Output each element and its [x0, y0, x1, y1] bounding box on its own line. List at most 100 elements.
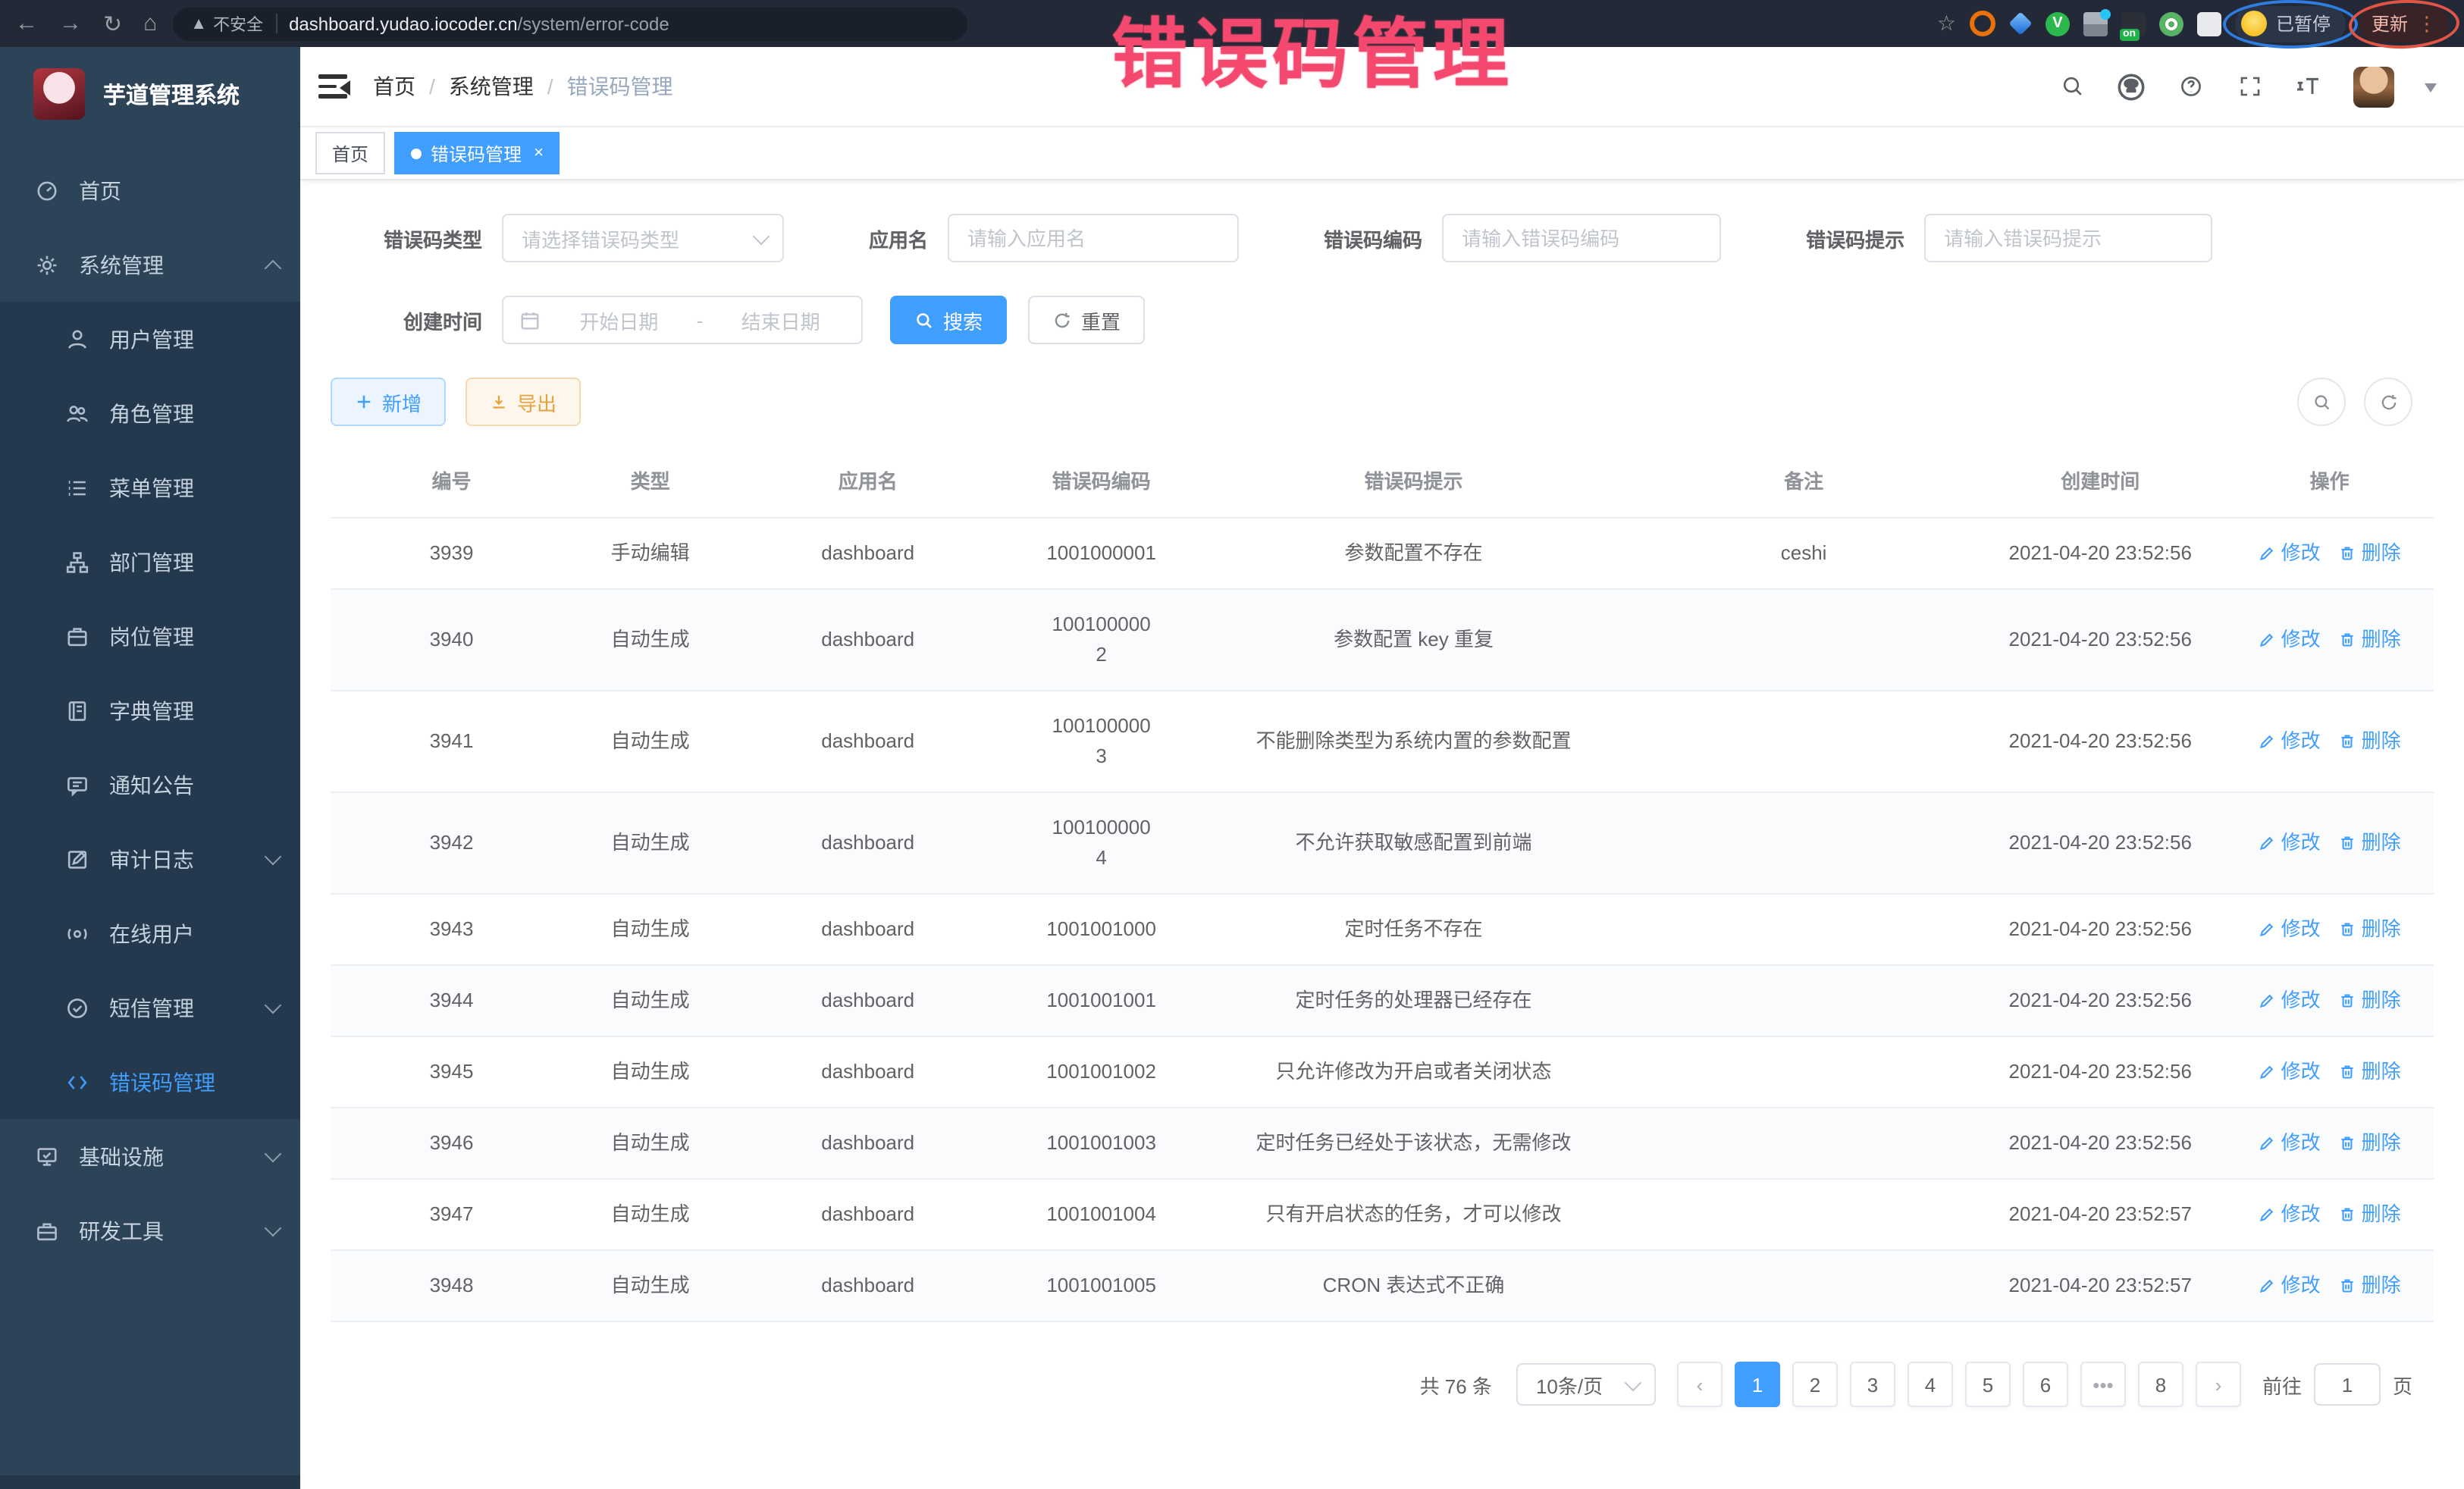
- page-size-select[interactable]: 10条/页: [1516, 1363, 1656, 1406]
- cell-编号: 3941: [331, 707, 572, 776]
- edit-link[interactable]: 修改: [2259, 1271, 2321, 1301]
- forward-icon[interactable]: →: [59, 11, 82, 36]
- table-row: 3943自动生成dashboard1001001000定时任务不存在2021-0…: [331, 893, 2434, 964]
- sidebar-item-通知公告[interactable]: 通知公告: [0, 748, 300, 822]
- green-key-extension-icon[interactable]: [2159, 11, 2183, 36]
- delete-link[interactable]: 删除: [2339, 914, 2401, 945]
- grid-extension-icon[interactable]: [2083, 11, 2108, 36]
- browser-update-button[interactable]: 更新 ⋮: [2359, 5, 2449, 42]
- sidebar-item-在线用户[interactable]: 在线用户: [0, 896, 300, 970]
- edit-link[interactable]: 修改: [2259, 828, 2321, 858]
- sidebar-item-首页[interactable]: 首页: [0, 153, 300, 227]
- page-button-2[interactable]: 2: [1792, 1362, 1838, 1407]
- prev-page-button[interactable]: ‹: [1677, 1362, 1723, 1407]
- edit-link-label: 修改: [2281, 914, 2321, 945]
- sidebar-item-用户管理[interactable]: 用户管理: [0, 302, 300, 376]
- sidebar-item-短信管理[interactable]: 短信管理: [0, 970, 300, 1045]
- delete-link[interactable]: 删除: [2339, 828, 2401, 858]
- github-icon[interactable]: [2117, 72, 2146, 101]
- error-code-input-box: [1442, 214, 1721, 262]
- sidebar-item-字典管理[interactable]: 字典管理: [0, 673, 300, 748]
- page-button-8[interactable]: 8: [2138, 1362, 2183, 1407]
- delete-link[interactable]: 删除: [2339, 1057, 2401, 1087]
- sidebar-item-错误码管理[interactable]: 错误码管理: [0, 1045, 300, 1119]
- page-button-4[interactable]: 4: [1908, 1362, 1953, 1407]
- sidebar-item-审计日志[interactable]: 审计日志: [0, 822, 300, 896]
- error-code-input[interactable]: [1444, 227, 1719, 249]
- error-type-select[interactable]: 请选择错误码类型: [502, 214, 784, 262]
- export-button[interactable]: 导出: [466, 378, 581, 426]
- edit-link[interactable]: 修改: [2259, 1128, 2321, 1158]
- edit-link[interactable]: 修改: [2259, 726, 2321, 757]
- sidebar-item-部门管理[interactable]: 部门管理: [0, 525, 300, 599]
- browser-menu-icon[interactable]: ⋮: [2417, 11, 2437, 36]
- avatar-caret-down-icon[interactable]: [2425, 83, 2437, 98]
- error-code-table: 编号类型应用名错误码编码错误码提示备注创建时间操作3939手动编辑dashboa…: [331, 447, 2434, 1322]
- app-name-input[interactable]: [949, 227, 1237, 249]
- breadcrumb-item[interactable]: 首页: [373, 71, 415, 102]
- table-row: 3942自动生成dashboard100100000 4不允许获取敏感配置到前端…: [331, 792, 2434, 893]
- more-pages-button[interactable]: •••: [2080, 1362, 2126, 1407]
- sidebar-item-菜单管理[interactable]: 菜单管理: [0, 450, 300, 525]
- browser-profile-chip[interactable]: 已暂停: [2235, 5, 2346, 42]
- update-chip-wrap: 更新 ⋮: [2359, 5, 2449, 42]
- back-icon[interactable]: ←: [15, 11, 38, 36]
- delete-link[interactable]: 删除: [2339, 726, 2401, 757]
- next-page-button[interactable]: ›: [2196, 1362, 2241, 1407]
- delete-link[interactable]: 删除: [2339, 1199, 2401, 1230]
- fullscreen-icon[interactable]: [2235, 72, 2264, 101]
- bookmark-star-icon[interactable]: ☆: [1937, 11, 1956, 36]
- search-icon[interactable]: [2058, 72, 2086, 101]
- orange-ring-extension-icon[interactable]: [1970, 11, 1995, 36]
- edit-link[interactable]: 修改: [2259, 538, 2321, 569]
- reload-icon[interactable]: ↻: [103, 10, 122, 37]
- sidebar-item-角色管理[interactable]: 角色管理: [0, 376, 300, 450]
- edit-link[interactable]: 修改: [2259, 914, 2321, 945]
- delete-link[interactable]: 删除: [2339, 625, 2401, 655]
- date-range-picker[interactable]: 开始日期 - 结束日期: [502, 296, 863, 344]
- address-bar[interactable]: ▲ 不安全 dashboard.yudao.iocoder.cn/system/…: [172, 7, 967, 40]
- edit-link[interactable]: 修改: [2259, 1199, 2321, 1230]
- puzzle-extension-icon[interactable]: [2197, 11, 2221, 36]
- table-row: 3939手动编辑dashboard1001000001参数配置不存在ceshi2…: [331, 517, 2434, 588]
- delete-link[interactable]: 删除: [2339, 1271, 2401, 1301]
- delete-link-label: 删除: [2362, 726, 2401, 757]
- font-size-icon[interactable]: [2294, 72, 2323, 101]
- tag-错误码管理[interactable]: 错误码管理×: [394, 132, 560, 174]
- error-code-label: 错误码编码: [1324, 224, 1422, 252]
- delete-link[interactable]: 删除: [2339, 986, 2401, 1016]
- home-icon[interactable]: ⌂: [143, 11, 157, 36]
- help-icon[interactable]: [2176, 72, 2205, 101]
- switch-on-extension-icon[interactable]: [2121, 11, 2146, 36]
- blue-gem-extension-icon[interactable]: [2008, 11, 2032, 35]
- reset-button[interactable]: 重置: [1028, 296, 1145, 344]
- edit-link[interactable]: 修改: [2259, 1057, 2321, 1087]
- sidebar-item-研发工具[interactable]: 研发工具: [0, 1193, 300, 1268]
- delete-link[interactable]: 删除: [2339, 538, 2401, 569]
- breadcrumb-item[interactable]: 系统管理: [449, 71, 534, 102]
- page-button-1[interactable]: 1: [1735, 1362, 1780, 1407]
- sidebar-logo-row[interactable]: 芋道管理系统: [0, 47, 300, 141]
- goto-page-input[interactable]: [2315, 1373, 2379, 1396]
- edit-link[interactable]: 修改: [2259, 986, 2321, 1016]
- add-button[interactable]: 新增: [331, 378, 446, 426]
- sidebar-collapse-icon[interactable]: [318, 74, 349, 99]
- edit-link[interactable]: 修改: [2259, 625, 2321, 655]
- cell-创建时间: 2021-04-20 23:52:56: [1975, 605, 2225, 675]
- user-avatar[interactable]: [2353, 66, 2394, 107]
- green-check-extension-icon[interactable]: V: [2045, 11, 2070, 36]
- page-button-6[interactable]: 6: [2023, 1362, 2068, 1407]
- refresh-icon[interactable]: [2364, 378, 2412, 426]
- delete-link[interactable]: 删除: [2339, 1128, 2401, 1158]
- sidebar-item-基础设施[interactable]: 基础设施: [0, 1119, 300, 1193]
- sidebar-item-岗位管理[interactable]: 岗位管理: [0, 599, 300, 673]
- sidebar-item-系统管理[interactable]: 系统管理: [0, 227, 300, 302]
- tag-首页[interactable]: 首页: [315, 132, 385, 174]
- show-search-icon[interactable]: [2297, 378, 2346, 426]
- page-button-3[interactable]: 3: [1850, 1362, 1895, 1407]
- close-icon[interactable]: ×: [534, 144, 544, 162]
- page-button-5[interactable]: 5: [1965, 1362, 2011, 1407]
- sidebar-menu: 首页系统管理用户管理角色管理菜单管理部门管理岗位管理字典管理通知公告审计日志在线…: [0, 153, 300, 1489]
- error-hint-input[interactable]: [1926, 227, 2211, 249]
- search-button[interactable]: 搜索: [890, 296, 1007, 344]
